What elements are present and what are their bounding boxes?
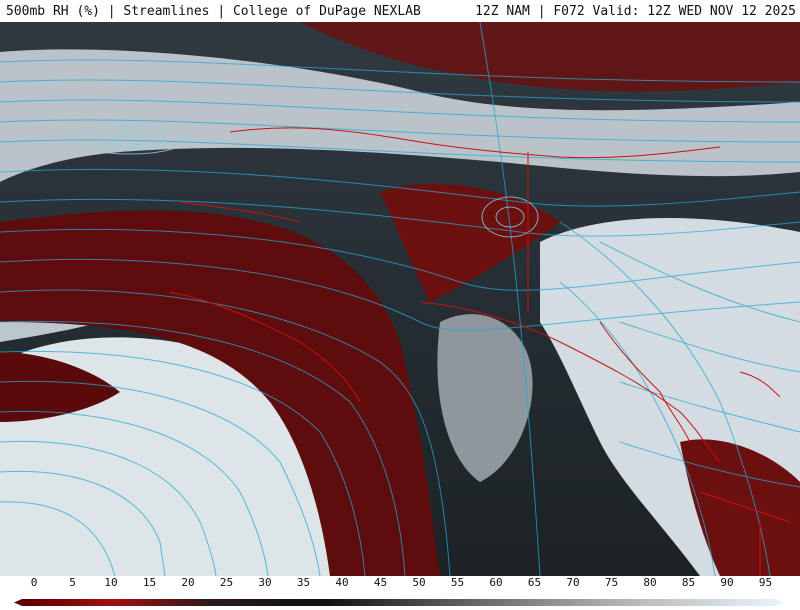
- scale-tick-label: 60: [489, 576, 503, 589]
- scale-tick-label: 50: [412, 576, 426, 589]
- rh-color-scale: [14, 591, 784, 606]
- scale-tick-label: 35: [296, 576, 311, 589]
- color-scale-labels: 0 5 10 15 20 25 30 35 40 45 50 55 60 65 70 75 80 85 90 95: [0, 576, 800, 590]
- scale-tick-label: 75: [604, 576, 619, 589]
- scale-tick-label: 5: [69, 576, 76, 589]
- scale-tick-label: 0: [30, 576, 38, 589]
- scale-tick-label: 70: [566, 576, 580, 589]
- product-title: 500mb RH (%) | Streamlines | College of …: [6, 4, 421, 19]
- valid-time-title: 12Z NAM | F072 Valid: 12Z WED NOV 12 202…: [475, 4, 796, 19]
- scale-right-arrow: [776, 599, 784, 606]
- scale-tick-label: 65: [527, 576, 542, 589]
- scale-tick-label: 40: [335, 576, 349, 589]
- scale-gradient: [22, 599, 776, 606]
- scale-tick-label: 45: [373, 576, 388, 589]
- scale-tick-label: 80: [643, 576, 657, 589]
- scale-tick-label: 85: [681, 576, 696, 589]
- scale-tick-label: 55: [450, 576, 465, 589]
- scale-tick-label: 10: [104, 576, 118, 589]
- scale-tick-label: 30: [258, 576, 272, 589]
- scale-tick-label: 90: [720, 576, 734, 589]
- map-header: 500mb RH (%) | Streamlines | College of …: [0, 0, 800, 22]
- scale-tick-label: 15: [142, 576, 157, 589]
- rh-streamline-map[interactable]: [0, 22, 800, 576]
- scale-tick-label: 95: [758, 576, 773, 589]
- scale-tick-label: 25: [219, 576, 234, 589]
- scale-left-arrow: [14, 599, 22, 606]
- scale-tick-label: 20: [181, 576, 195, 589]
